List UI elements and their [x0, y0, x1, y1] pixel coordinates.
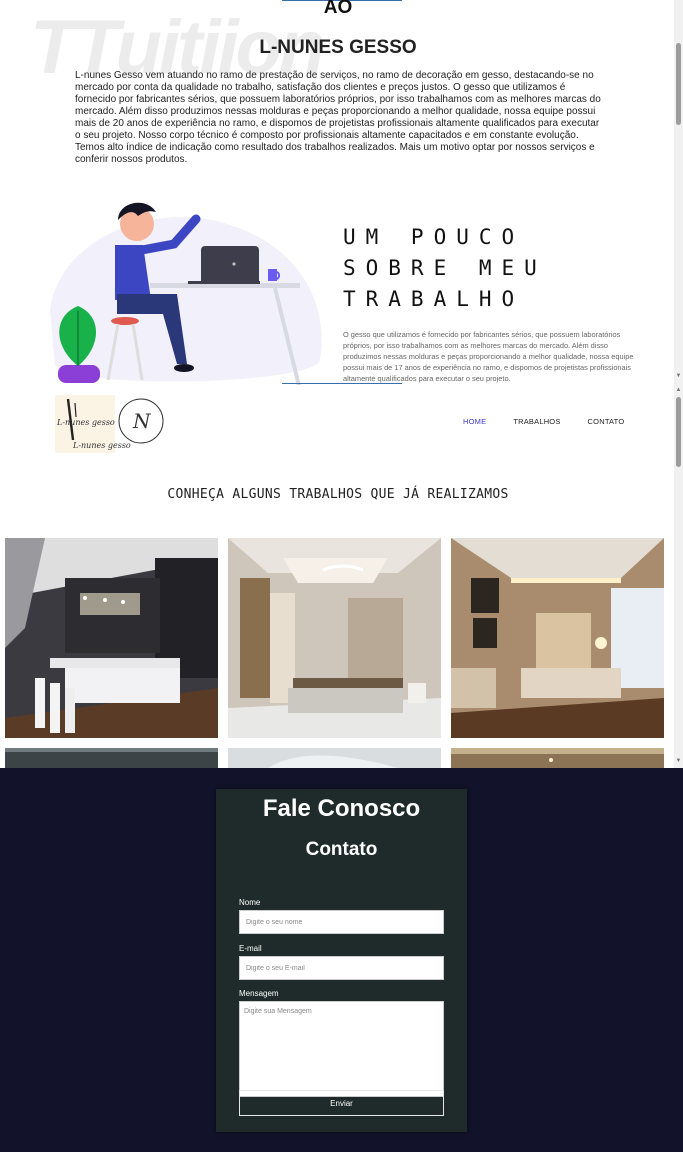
- works-section: L-nunes gesso L-nunes gesso N HOME TRABA…: [0, 385, 683, 768]
- intro-paragraph: L-nunes Gesso vem atuando no ramo de pre…: [75, 70, 601, 165]
- about-work-heading: UM POUCO SOBRE MEU TRABALHO: [343, 222, 643, 315]
- ceiling-photo-3[interactable]: [451, 748, 664, 768]
- section-heading-fragment: AO: [323, 0, 353, 18]
- name-label: Nome: [239, 898, 261, 907]
- divider-line: [282, 383, 402, 384]
- contact-subtitle: Contato: [305, 839, 378, 860]
- bedroom-photo-2[interactable]: [451, 538, 664, 738]
- scroll-up-icon[interactable]: ▲: [675, 387, 682, 393]
- scroll-down-icon[interactable]: ▼: [675, 373, 682, 379]
- logo-text-2: L-nunes gesso: [72, 441, 131, 450]
- submit-button[interactable]: Enviar: [239, 1090, 444, 1116]
- nav-trabalhos[interactable]: TRABALHOS: [513, 417, 560, 426]
- bedroom-photo-1[interactable]: [228, 538, 441, 738]
- about-section: TTuitiion AO L-NUNES GESSO L-nunes Gesso…: [0, 0, 683, 385]
- brand-title: L-NUNES GESSO: [259, 37, 417, 58]
- about-work-heading-line: TRABALHO: [343, 287, 525, 311]
- message-field[interactable]: [239, 1001, 444, 1097]
- contact-form: Fale Conosco Contato Nome E-mail Mensage…: [216, 789, 467, 1132]
- about-work-heading-line: UM POUCO: [343, 225, 525, 249]
- contact-section: Fale Conosco Contato Nome E-mail Mensage…: [0, 768, 683, 1152]
- scrollbar[interactable]: ▲ ▼: [674, 385, 683, 768]
- scrollbar[interactable]: ▼: [674, 0, 683, 385]
- works-title: CONHEÇA ALGUNS TRABALHOS QUE JÁ REALIZAM…: [167, 487, 509, 502]
- email-field[interactable]: [239, 956, 444, 980]
- logo-monogram: N: [132, 409, 152, 433]
- brand-logo[interactable]: L-nunes gesso L-nunes gesso N: [55, 395, 170, 457]
- nav-contato[interactable]: CONTATO: [588, 417, 625, 426]
- about-work-paragraph: O gesso que utilizamos é fornecido por f…: [343, 330, 634, 383]
- ceiling-photo-1[interactable]: [5, 748, 218, 768]
- email-label: E-mail: [239, 944, 262, 953]
- ceiling-photo-2[interactable]: [228, 748, 441, 768]
- scrollbar-thumb[interactable]: [676, 397, 681, 467]
- main-nav: HOME TRABALHOS CONTATO: [463, 417, 651, 426]
- person-at-laptop-illustration: [50, 202, 322, 385]
- about-work-heading-line: SOBRE MEU: [343, 256, 547, 280]
- nav-home[interactable]: HOME: [463, 417, 486, 426]
- message-label: Mensagem: [239, 989, 279, 998]
- logo-text-1: L-nunes gesso: [56, 418, 115, 427]
- kitchen-photo[interactable]: [5, 538, 218, 738]
- name-field[interactable]: [239, 910, 444, 934]
- scrollbar-thumb[interactable]: [676, 43, 681, 125]
- contact-title: Fale Conosco: [262, 795, 421, 822]
- scroll-down-icon[interactable]: ▼: [675, 758, 682, 764]
